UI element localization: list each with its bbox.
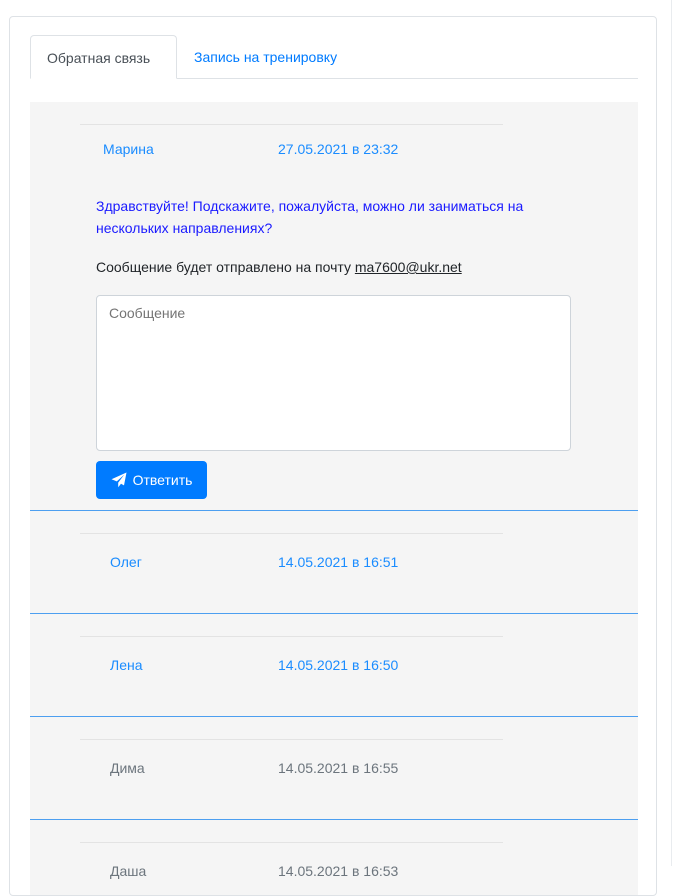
sender-name: Дима	[110, 760, 145, 776]
item-divider	[80, 124, 503, 125]
email-notice: Сообщение будет отправлено на почту ma76…	[96, 259, 462, 275]
feedback-card: Обратная связь Запись на тренировку Мари…	[9, 16, 657, 896]
message-item[interactable]: Дима 14.05.2021 в 16:55	[30, 717, 638, 820]
item-divider	[80, 533, 503, 534]
reply-button-label: Ответить	[132, 472, 193, 488]
item-divider	[80, 739, 503, 740]
recipient-email-link[interactable]: ma7600@ukr.net	[355, 259, 462, 275]
tab-bar: Обратная связь Запись на тренировку	[30, 35, 638, 79]
email-notice-text: Сообщение будет отправлено на почту	[96, 259, 351, 275]
paper-plane-icon	[111, 472, 127, 488]
message-list: Марина 27.05.2021 в 23:32 Здравствуйте! …	[30, 102, 638, 895]
item-divider	[80, 636, 503, 637]
message-datetime: 14.05.2021 в 16:53	[278, 863, 399, 879]
reply-message-input[interactable]	[96, 295, 571, 451]
message-datetime: 14.05.2021 в 16:50	[278, 657, 399, 673]
sender-name: Олег	[110, 554, 142, 570]
sender-name: Лена	[110, 657, 143, 673]
message-datetime: 14.05.2021 в 16:55	[278, 760, 399, 776]
item-divider	[80, 842, 503, 843]
message-text: Здравствуйте! Подскажите, пожалуйста, мо…	[96, 198, 524, 236]
reply-button[interactable]: Ответить	[96, 461, 207, 499]
sender-name: Марина	[103, 141, 154, 157]
message-datetime: 27.05.2021 в 23:32	[278, 141, 399, 157]
tab-feedback[interactable]: Обратная связь	[30, 35, 177, 79]
sender-name: Даша	[110, 863, 147, 879]
message-item-expanded[interactable]: Марина 27.05.2021 в 23:32 Здравствуйте! …	[30, 102, 638, 511]
page-edge-divider	[671, 0, 672, 866]
message-item[interactable]: Олег 14.05.2021 в 16:51	[30, 511, 638, 614]
message-item[interactable]: Даша 14.05.2021 в 16:53	[30, 820, 638, 895]
message-item[interactable]: Лена 14.05.2021 в 16:50	[30, 614, 638, 717]
tab-training-signup[interactable]: Запись на тренировку	[178, 35, 353, 79]
message-datetime: 14.05.2021 в 16:51	[278, 554, 399, 570]
